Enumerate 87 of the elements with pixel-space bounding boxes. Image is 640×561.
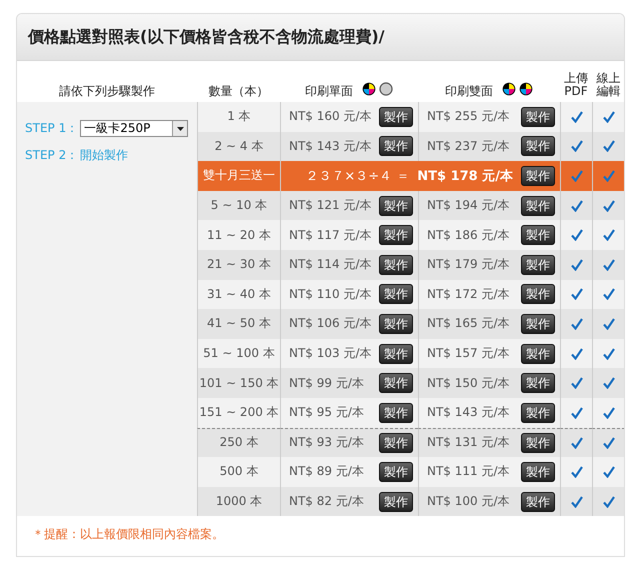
price-cell: NT$ 131 元/本 xyxy=(427,434,510,452)
quantity-cell: 5 ~ 10 本 xyxy=(210,197,268,214)
column-header: 上傳 xyxy=(564,72,588,85)
price-cell: NT$ 194 元/本 xyxy=(427,197,510,214)
page-title: 價格點選對照表(以下價格皆含稅不含物流處理費)/ xyxy=(17,14,624,61)
make-button[interactable]: 製作 xyxy=(521,373,555,394)
make-button[interactable]: 製作 xyxy=(379,462,413,482)
promo-label: 雙十月三送一 xyxy=(203,167,275,184)
plain-circle-icon xyxy=(379,82,393,96)
make-button[interactable]: 製作 xyxy=(379,136,413,156)
price-cell: NT$ 99 元/本 xyxy=(289,374,364,392)
price-cell: NT$ 95 元/本 xyxy=(289,404,364,422)
quantity-cell: 11 ~ 20 本 xyxy=(206,226,272,244)
make-button[interactable]: 製作 xyxy=(379,196,413,216)
column-header: 請依下列步驟製作 xyxy=(59,85,155,98)
quantity-cell: 1000 本 xyxy=(216,493,262,510)
make-button[interactable]: 製作 xyxy=(379,492,413,512)
quantity-cell: 51 ~ 100 本 xyxy=(203,345,275,362)
column-header: 數量（本） xyxy=(208,85,268,98)
price-cell: NT$ 143 元/本 xyxy=(289,138,372,155)
column-header: PDF xyxy=(564,85,588,98)
make-button[interactable]: 製作 xyxy=(379,344,413,364)
price-cell: NT$ 106 元/本 xyxy=(289,315,372,332)
quantity-cell: 101 ~ 150 本 xyxy=(199,374,279,392)
price-cell: NT$ 117 元/本 xyxy=(289,226,372,244)
quantity-cell: 500 本 xyxy=(220,463,258,480)
price-cell: NT$ 186 元/本 xyxy=(427,226,510,244)
price-cell: NT$ 114 元/本 xyxy=(289,256,372,274)
column-header: 線上 xyxy=(596,72,620,85)
make-button[interactable]: 製作 xyxy=(379,106,413,127)
price-cell: NT$ 165 元/本 xyxy=(427,315,510,332)
make-button[interactable]: 製作 xyxy=(521,344,555,364)
quantity-cell: 250 本 xyxy=(220,434,258,452)
make-button[interactable]: 製作 xyxy=(379,314,413,334)
price-cell: NT$ 103 元/本 xyxy=(289,345,372,362)
quantity-cell: 41 ~ 50 本 xyxy=(206,315,272,332)
make-button[interactable]: 製作 xyxy=(379,254,413,275)
price-cell: NT$ 100 元/本 xyxy=(427,493,510,510)
price-cell: NT$ 111 元/本 xyxy=(427,463,510,480)
make-button[interactable]: 製作 xyxy=(521,254,555,275)
make-button[interactable]: 製作 xyxy=(521,166,555,186)
make-button[interactable]: 製作 xyxy=(521,432,555,453)
quantity-cell: 31 ~ 40 本 xyxy=(206,286,272,303)
card-type-select[interactable]: 一級卡250P xyxy=(80,120,188,137)
quantity-cell: 2 ~ 4 本 xyxy=(214,138,264,155)
make-button[interactable]: 製作 xyxy=(521,284,555,304)
make-button[interactable]: 製作 xyxy=(521,106,555,127)
color-wheel-icon xyxy=(502,82,516,96)
color-wheel-icon xyxy=(519,82,533,96)
make-button[interactable]: 製作 xyxy=(521,492,555,512)
price-cell: NT$ 172 元/本 xyxy=(427,286,510,303)
price-cell: NT$ 143 元/本 xyxy=(427,404,510,422)
make-button[interactable]: 製作 xyxy=(521,402,555,423)
make-button[interactable]: 製作 xyxy=(521,136,555,156)
color-wheel-icon xyxy=(362,82,376,96)
step-label: STEP 1： xyxy=(25,120,78,137)
price-cell: NT$ 237 元/本 xyxy=(427,138,510,155)
make-button[interactable]: 製作 xyxy=(521,196,555,216)
price-cell: NT$ 255 元/本 xyxy=(427,108,510,126)
quantity-cell: 151 ~ 200 本 xyxy=(199,404,279,422)
make-button[interactable]: 製作 xyxy=(379,432,413,453)
make-button[interactable]: 製作 xyxy=(521,314,555,334)
promo-price: NT$ 178 元/本 xyxy=(417,168,513,185)
make-button[interactable]: 製作 xyxy=(521,462,555,482)
make-button[interactable]: 製作 xyxy=(521,225,555,246)
quantity-cell: 21 ~ 30 本 xyxy=(206,256,272,274)
price-cell: NT$ 110 元/本 xyxy=(289,286,372,303)
make-button[interactable]: 製作 xyxy=(379,225,413,246)
make-button[interactable]: 製作 xyxy=(379,373,413,394)
column-header: 編輯 xyxy=(596,85,620,98)
dropdown-arrow-icon xyxy=(176,126,184,130)
make-button[interactable]: 製作 xyxy=(379,284,413,304)
promo-formula: ２３７×３÷４ ＝ xyxy=(305,168,410,185)
price-cell: NT$ 157 元/本 xyxy=(427,345,510,362)
column-header: 印刷單面 xyxy=(305,85,353,98)
step-label: STEP 2： xyxy=(25,147,78,164)
price-cell: NT$ 93 元/本 xyxy=(289,434,364,452)
price-cell: NT$ 82 元/本 xyxy=(289,493,364,510)
price-cell: NT$ 89 元/本 xyxy=(289,463,364,480)
make-button[interactable]: 製作 xyxy=(379,402,413,423)
column-header: 印刷雙面 xyxy=(445,85,493,98)
price-cell: NT$ 179 元/本 xyxy=(427,256,510,274)
reminder-note: ＊提醒：以上報價限相同內容檔案。 xyxy=(32,527,224,542)
price-cell: NT$ 121 元/本 xyxy=(289,197,372,214)
price-cell: NT$ 150 元/本 xyxy=(427,374,510,392)
quantity-cell: 1 本 xyxy=(227,108,251,126)
price-cell: NT$ 160 元/本 xyxy=(289,108,372,126)
